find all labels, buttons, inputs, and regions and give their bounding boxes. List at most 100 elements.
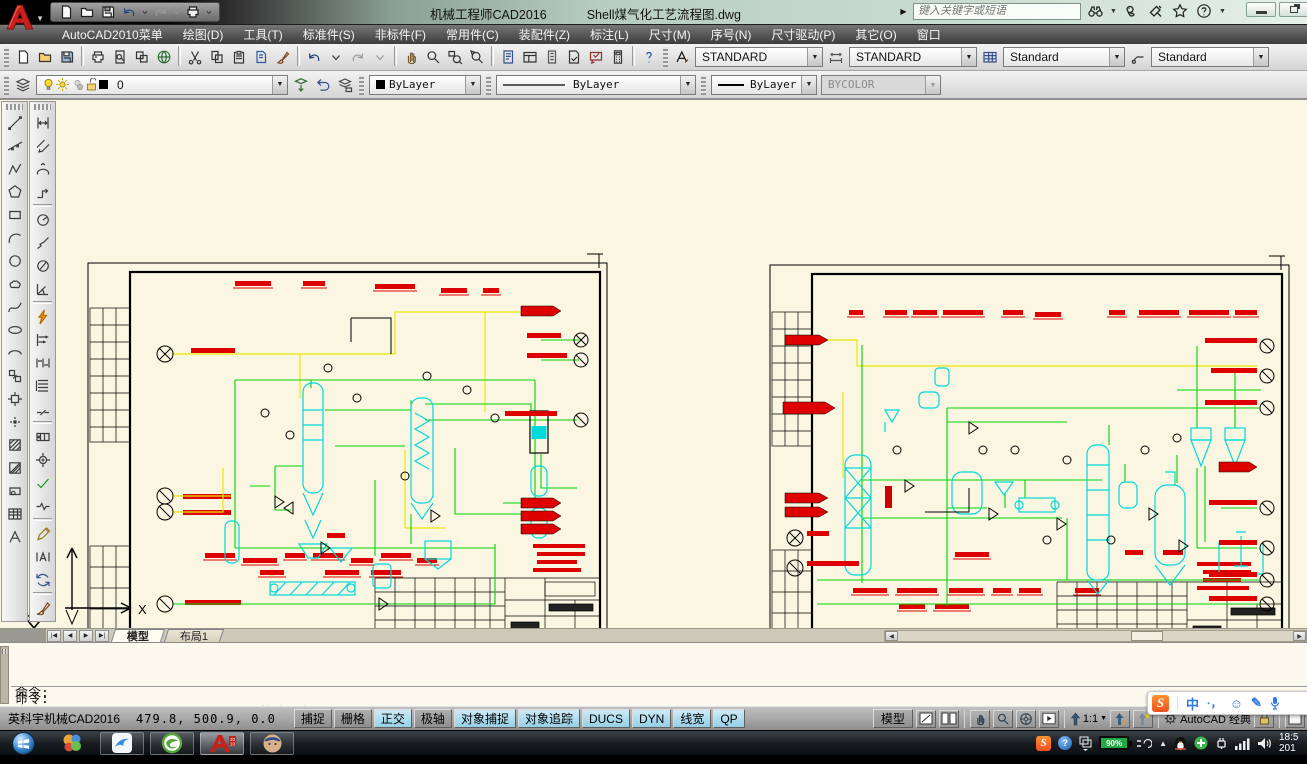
polyline-icon[interactable] xyxy=(3,157,26,180)
coordinates-readout[interactable]: 479.8, 500.9, 0.0 xyxy=(136,712,276,726)
plot-icon[interactable] xyxy=(87,46,109,68)
quickcalc-icon[interactable] xyxy=(607,46,629,68)
status-toggle[interactable]: 对象捕捉 xyxy=(453,709,516,728)
help-icon[interactable] xyxy=(1194,2,1214,20)
separator[interactable] xyxy=(491,46,494,66)
multiline-text-icon[interactable] xyxy=(3,525,26,548)
plot-icon[interactable] xyxy=(183,3,203,21)
layer-unlock-icon[interactable] xyxy=(86,78,97,91)
status-toggle[interactable]: 正交 xyxy=(373,709,412,728)
toolbar-grip[interactable] xyxy=(4,47,9,67)
start-button[interactable] xyxy=(12,731,35,755)
separator[interactable] xyxy=(632,46,635,66)
dim-angular-icon[interactable] xyxy=(31,277,54,300)
menu-item[interactable]: 序号(N) xyxy=(701,24,762,45)
show-motion-icon[interactable] xyxy=(1038,709,1059,728)
menu-item[interactable]: 尺寸驱动(P) xyxy=(761,24,845,45)
quick-dimension-icon[interactable] xyxy=(31,305,54,328)
toolbar-grip[interactable] xyxy=(34,104,51,110)
revision-cloud-icon[interactable] xyxy=(3,272,26,295)
battery-indicator[interactable]: 90% xyxy=(1099,736,1133,750)
minimize-button[interactable] xyxy=(1246,2,1276,17)
text-style-combo[interactable]: STANDARD ▼ xyxy=(695,47,823,67)
combo-dropdown-icon[interactable]: ▼ xyxy=(807,48,822,66)
separator[interactable] xyxy=(33,301,52,304)
new-icon[interactable] xyxy=(56,3,76,21)
redo-icon[interactable] xyxy=(347,46,369,68)
dim-break-icon[interactable] xyxy=(31,397,54,420)
open-icon[interactable] xyxy=(77,3,97,21)
logo-dropdown-icon[interactable]: ▼ xyxy=(36,14,44,23)
combo-dropdown-icon[interactable]: ▼ xyxy=(272,75,287,94)
circle-icon[interactable] xyxy=(3,249,26,272)
autocad-logo-button[interactable]: ▼ xyxy=(2,0,44,42)
dim-arc-length-icon[interactable] xyxy=(31,157,54,180)
ime-microphone-icon[interactable] xyxy=(1270,696,1280,710)
toolbar-grip[interactable] xyxy=(4,74,9,95)
redo-dropdown-icon[interactable] xyxy=(369,46,391,68)
ellipse-arc-icon[interactable] xyxy=(3,341,26,364)
copy-icon[interactable] xyxy=(206,46,228,68)
toolbar-grip[interactable] xyxy=(359,74,364,95)
steering-wheel-icon[interactable] xyxy=(1015,709,1036,728)
quick-view-drawings-icon[interactable] xyxy=(938,709,959,728)
save-icon[interactable] xyxy=(98,3,118,21)
status-toggle[interactable]: 捕捉 xyxy=(293,709,332,728)
menu-item[interactable]: AutoCAD2010菜单 xyxy=(52,24,173,45)
separator[interactable] xyxy=(33,421,52,424)
pan-icon[interactable] xyxy=(400,46,422,68)
menu-item[interactable]: 标注(L) xyxy=(580,24,639,45)
undo-dropdown-icon[interactable] xyxy=(140,3,150,21)
make-object-layer-current-icon[interactable] xyxy=(290,74,312,96)
layer-on-bulb-icon[interactable] xyxy=(43,78,54,91)
paste-special-icon[interactable] xyxy=(250,46,272,68)
power-plug-icon[interactable] xyxy=(1136,737,1153,750)
tray-qq-icon[interactable] xyxy=(1174,736,1187,751)
separator[interactable] xyxy=(33,204,52,207)
next-tab-icon[interactable]: ▶ xyxy=(79,629,93,642)
undo-icon[interactable] xyxy=(119,3,139,21)
taskbar-360-icon[interactable] xyxy=(50,732,94,755)
dim-radius-icon[interactable] xyxy=(31,208,54,231)
tray-sogou-icon[interactable]: S xyxy=(1036,735,1052,751)
line-icon[interactable] xyxy=(3,111,26,134)
ellipse-icon[interactable] xyxy=(3,318,26,341)
separator[interactable] xyxy=(81,46,84,66)
properties-palette-icon[interactable] xyxy=(497,46,519,68)
menu-item[interactable]: 非标件(F) xyxy=(365,24,436,45)
status-toggle[interactable]: 极轴 xyxy=(413,709,452,728)
save-icon[interactable] xyxy=(56,46,78,68)
prev-tab-icon[interactable]: ◀ xyxy=(63,629,77,642)
combo-dropdown-icon[interactable]: ▼ xyxy=(680,75,695,94)
command-window-grip[interactable] xyxy=(0,646,9,704)
center-mark-icon[interactable] xyxy=(31,448,54,471)
menu-item[interactable]: 常用件(C) xyxy=(436,24,509,45)
dim-ordinate-icon[interactable] xyxy=(31,180,54,203)
zoom-previous-icon[interactable] xyxy=(466,46,488,68)
help-icon[interactable] xyxy=(638,46,660,68)
menu-item[interactable]: 绘图(D) xyxy=(173,24,234,45)
design-center-icon[interactable] xyxy=(519,46,541,68)
menu-item[interactable]: 标准件(S) xyxy=(293,24,365,45)
paste-icon[interactable] xyxy=(228,46,250,68)
undo-dropdown-icon[interactable] xyxy=(325,46,347,68)
combo-dropdown-icon[interactable]: ▼ xyxy=(801,75,816,94)
search-input[interactable] xyxy=(913,2,1081,20)
layer-color-swatch[interactable] xyxy=(99,80,108,89)
drawing-canvas[interactable]: X xyxy=(0,100,1307,628)
rectangle-icon[interactable] xyxy=(3,203,26,226)
dim-update-icon[interactable] xyxy=(31,568,54,591)
menu-item[interactable]: 其它(O) xyxy=(845,24,906,45)
communication-center-icon[interactable] xyxy=(1146,2,1166,20)
insert-block-icon[interactable] xyxy=(3,364,26,387)
spline-icon[interactable] xyxy=(3,295,26,318)
ime-handwriting-icon[interactable]: ✎ xyxy=(1251,695,1262,711)
favorites-star-icon[interactable] xyxy=(1170,2,1190,20)
table-style-combo[interactable]: Standard ▼ xyxy=(1003,47,1125,67)
mleader-style-icon[interactable] xyxy=(1127,46,1149,68)
hidden-icons-arrow[interactable]: ▲ xyxy=(1159,739,1167,748)
dim-diameter-icon[interactable] xyxy=(31,254,54,277)
separator[interactable] xyxy=(33,592,52,595)
layout-tab[interactable]: 布局1 xyxy=(163,629,225,643)
volume-icon[interactable] xyxy=(1257,737,1272,750)
